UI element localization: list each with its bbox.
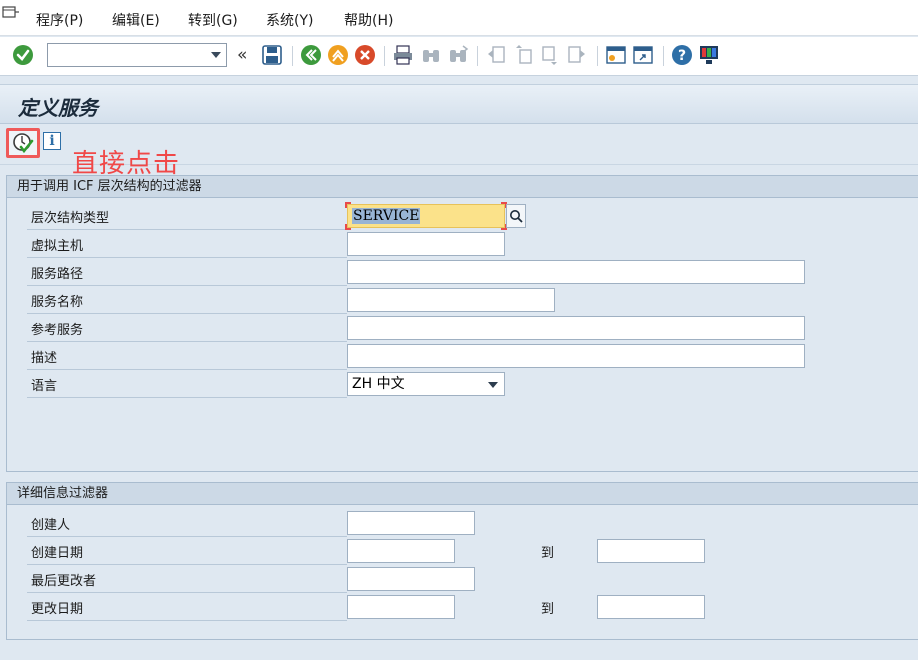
- menu-help[interactable]: 帮助(H): [344, 10, 393, 30]
- menu-edit[interactable]: 编辑(E): [112, 10, 160, 30]
- help-icon[interactable]: ?: [671, 44, 693, 66]
- changed-date-label: 更改日期: [31, 602, 84, 617]
- standard-toolbar: « ?: [0, 37, 918, 76]
- reference-service-field[interactable]: [347, 316, 805, 340]
- last-page-icon[interactable]: [566, 44, 588, 66]
- find-icon[interactable]: [420, 44, 442, 66]
- hierarchy-type-value: SERVICE: [352, 208, 421, 224]
- virtual-host-field[interactable]: [347, 232, 505, 256]
- service-name-row: 服务名称: [27, 286, 907, 314]
- language-dropdown-icon[interactable]: [488, 382, 498, 388]
- hierarchy-type-field[interactable]: SERVICE: [345, 202, 507, 230]
- changed-date-to-label: 到: [541, 602, 555, 617]
- menu-bar: 程序(P) 编辑(E) 转到(G) 系统(Y) 帮助(H): [0, 0, 918, 36]
- changed-date-row: 更改日期 到: [27, 593, 907, 621]
- next-page-icon[interactable]: [539, 44, 561, 66]
- execute-icon: [13, 133, 34, 154]
- cancel-icon[interactable]: [354, 44, 376, 66]
- hierarchy-type-label: 层次结构类型: [31, 211, 110, 226]
- toolbar-separator: [384, 46, 385, 66]
- info-icon[interactable]: i: [43, 132, 61, 150]
- language-value: ZH 中文: [352, 376, 405, 392]
- detail-filter-group: 详细信息过滤器 创建人 创建日期 到 最后更改者 更改日期 到: [6, 482, 918, 640]
- title-bar: 定义服务: [0, 84, 918, 124]
- menu-icon[interactable]: [2, 6, 20, 20]
- service-path-row: 服务路径: [27, 258, 907, 286]
- print-icon[interactable]: [392, 44, 414, 66]
- back-icon[interactable]: [300, 44, 322, 66]
- find-next-icon[interactable]: [447, 44, 469, 66]
- hierarchy-type-row: 层次结构类型 SERVICE: [27, 202, 907, 230]
- created-date-from-field[interactable]: [347, 539, 455, 563]
- save-icon[interactable]: [261, 44, 283, 66]
- changed-date-from-field[interactable]: [347, 595, 455, 619]
- toolbar-separator: [477, 46, 478, 66]
- description-label: 描述: [31, 351, 58, 366]
- row-divider: [27, 620, 347, 621]
- virtual-host-row: 虚拟主机: [27, 230, 907, 258]
- created-date-to-field[interactable]: [597, 539, 705, 563]
- command-dropdown-icon[interactable]: [211, 52, 221, 58]
- customize-layout-icon[interactable]: [698, 44, 720, 66]
- language-select[interactable]: ZH 中文: [347, 372, 505, 396]
- reference-service-label: 参考服务: [31, 323, 84, 338]
- service-name-label: 服务名称: [31, 295, 84, 310]
- last-changed-by-label: 最后更改者: [31, 574, 97, 589]
- command-field[interactable]: [47, 43, 227, 67]
- collapse-command-icon[interactable]: «: [237, 45, 247, 65]
- created-by-row: 创建人: [27, 509, 907, 537]
- virtual-host-label: 虚拟主机: [31, 239, 84, 254]
- changed-date-to-field[interactable]: [597, 595, 705, 619]
- description-field[interactable]: [347, 344, 805, 368]
- created-date-row: 创建日期 到: [27, 537, 907, 565]
- language-row: 语言 ZH 中文: [27, 370, 907, 398]
- shortcut-icon[interactable]: [632, 44, 654, 66]
- new-session-icon[interactable]: [605, 44, 627, 66]
- service-name-field[interactable]: [347, 288, 555, 312]
- enter-icon[interactable]: [12, 44, 34, 66]
- group-title: 详细信息过滤器: [7, 483, 918, 505]
- language-label: 语言: [31, 379, 58, 394]
- last-changed-by-row: 最后更改者: [27, 565, 907, 593]
- menu-goto[interactable]: 转到(G): [188, 10, 238, 30]
- menu-program[interactable]: 程序(P): [36, 10, 83, 30]
- page-title: 定义服务: [18, 96, 98, 120]
- search-help-icon[interactable]: [506, 204, 526, 228]
- toolbar-separator: [663, 46, 664, 66]
- toolbar-separator: [597, 46, 598, 66]
- row-divider: [27, 397, 347, 398]
- reference-service-row: 参考服务: [27, 314, 907, 342]
- created-date-label: 创建日期: [31, 546, 84, 561]
- prev-page-icon[interactable]: [512, 44, 534, 66]
- last-changed-by-field[interactable]: [347, 567, 475, 591]
- focus-corner: [345, 202, 351, 208]
- group-title: 用于调用 ICF 层次结构的过滤器: [7, 176, 918, 198]
- exit-icon[interactable]: [327, 44, 349, 66]
- toolbar-separator: [292, 46, 293, 66]
- execute-button[interactable]: [6, 128, 40, 158]
- created-date-to-label: 到: [541, 546, 555, 561]
- created-by-field[interactable]: [347, 511, 475, 535]
- first-page-icon[interactable]: [485, 44, 507, 66]
- icf-filter-group: 用于调用 ICF 层次结构的过滤器 层次结构类型 SERVICE 虚拟主机 服务…: [6, 175, 918, 472]
- svg-text:?: ?: [678, 48, 686, 64]
- description-row: 描述: [27, 342, 907, 370]
- created-by-label: 创建人: [31, 518, 71, 533]
- service-path-field[interactable]: [347, 260, 805, 284]
- service-path-label: 服务路径: [31, 267, 84, 282]
- menu-system[interactable]: 系统(Y): [266, 10, 313, 30]
